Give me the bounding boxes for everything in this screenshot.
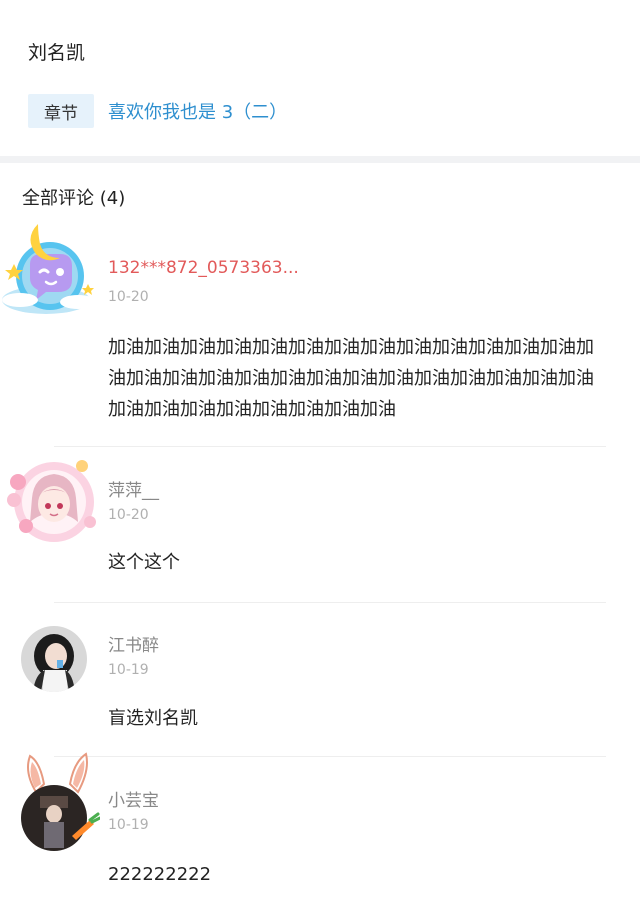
comment-username[interactable]: 小芸宝 xyxy=(108,786,159,811)
comment-username[interactable]: 萍萍__ xyxy=(108,476,159,501)
comment-date: 10-20 xyxy=(108,289,149,305)
comments-header: 全部评论 (4) xyxy=(22,188,126,209)
chapter-row[interactable]: 章节 喜欢你我也是 3（二） xyxy=(28,94,287,128)
comment-username[interactable]: 132***872_0573363... xyxy=(108,258,299,278)
photo-girl-avatar[interactable] xyxy=(21,626,87,692)
comment-separator xyxy=(54,602,606,603)
section-divider xyxy=(0,156,640,163)
comment-item: 小芸宝 10-19 222222222 xyxy=(0,746,640,906)
comment-date: 10-19 xyxy=(108,662,149,678)
chapter-tag: 章节 xyxy=(28,94,94,128)
comment-separator xyxy=(54,446,606,447)
comment-username[interactable]: 江书醉 xyxy=(108,631,159,656)
anime-girl-flower-avatar[interactable] xyxy=(4,452,100,548)
comment-text: 这个这个 xyxy=(108,552,180,573)
comment-item: 萍萍__ 10-20 这个这个 xyxy=(0,450,640,600)
comment-text: 盲选刘名凯 xyxy=(108,708,198,729)
comment-date: 10-19 xyxy=(108,817,149,833)
bunny-ears-frame-avatar[interactable] xyxy=(14,748,100,856)
comment-text: 加油加油加油加油加油加油加油加油加油加油加油加油加油加油加油加油加油加油加油加油… xyxy=(108,337,594,420)
comment-item: 132***872_0573363... 10-20 加油加油加油加油加油加油加… xyxy=(0,220,640,450)
chapter-title-link[interactable]: 喜欢你我也是 3（二） xyxy=(108,98,287,124)
comment-text: 222222222 xyxy=(108,864,212,885)
moon-cloud-chat-avatar[interactable] xyxy=(0,220,100,320)
comment-date: 10-20 xyxy=(108,507,149,523)
author-name: 刘名凯 xyxy=(28,42,86,64)
comment-item: 江书醉 10-19 盲选刘名凯 xyxy=(0,606,640,756)
